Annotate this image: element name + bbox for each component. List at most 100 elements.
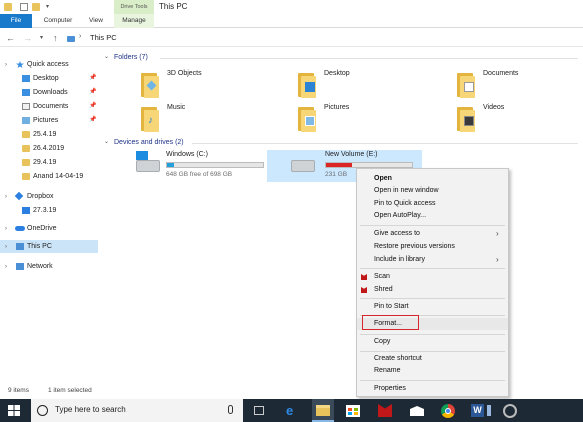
sidebar-item-27-3-19[interactable]: 27.3.19 — [0, 204, 98, 217]
sidebar-item-25-4-19[interactable]: 25.4.19 — [0, 128, 98, 141]
file-explorer-icon[interactable] — [316, 405, 330, 416]
sidebar-item-dropbox[interactable]: › Dropbox — [0, 190, 98, 203]
menu-separator — [360, 351, 505, 352]
folder-icon — [22, 173, 30, 180]
section-divider — [192, 143, 578, 144]
menu-separator — [360, 298, 505, 299]
expand-chevron-icon[interactable]: › — [5, 223, 7, 236]
microphone-icon[interactable] — [228, 405, 233, 414]
forward-arrow-icon[interactable]: → — [23, 32, 32, 44]
sidebar-item-downloads[interactable]: Downloads 📌 — [0, 86, 98, 99]
menu-item-scan[interactable]: Scan — [357, 271, 508, 283]
sidebar-item-label: Network — [27, 263, 53, 270]
pin-icon[interactable]: 📌 — [89, 86, 96, 99]
folder-documents[interactable]: Documents — [455, 67, 583, 103]
desktop-folder-icon — [296, 69, 318, 99]
expand-chevron-icon[interactable]: › — [5, 59, 7, 72]
snipping-icon[interactable] — [503, 404, 517, 418]
sidebar-item-this-pc[interactable]: › This PC — [0, 240, 98, 253]
customize-toolbar-icon[interactable]: ▾ — [46, 3, 54, 11]
menu-item-label: Include in library — [374, 256, 425, 263]
menu-item-give-access[interactable]: Give access to › — [357, 228, 508, 240]
drive-c[interactable]: Windows (C:) 648 GB free of 698 GB — [132, 150, 287, 182]
recent-locations-icon[interactable]: ▾ — [40, 32, 43, 44]
collapse-chevron-icon[interactable]: ⌄ — [104, 138, 112, 145]
tab-file[interactable]: File — [0, 14, 32, 28]
sidebar-item-26-4-2019[interactable]: 26.4.2019 — [0, 142, 98, 155]
sidebar-item-label: Anand 14-04-19 — [33, 173, 84, 180]
menu-item-copy[interactable]: Copy — [357, 336, 508, 348]
sidebar-item-label: Dropbox — [27, 193, 54, 200]
chrome-icon[interactable] — [441, 404, 455, 418]
pin-icon[interactable]: 📌 — [89, 100, 96, 113]
menu-item-label: Scan — [374, 273, 390, 280]
pin-icon[interactable]: 📌 — [89, 72, 96, 85]
menu-item-label: Open AutoPlay... — [374, 212, 427, 219]
collapse-chevron-icon[interactable]: ⌄ — [104, 53, 112, 60]
menu-item-label: Pin to Quick access — [374, 200, 436, 207]
menu-item-open-autoplay[interactable]: Open AutoPlay... — [357, 210, 508, 222]
sidebar-item-29-4-19[interactable]: 29.4.19 — [0, 156, 98, 169]
expand-chevron-icon[interactable]: › — [5, 261, 7, 274]
task-view-icon[interactable] — [254, 406, 264, 415]
computer-icon — [67, 36, 75, 42]
hard-drive-icon — [136, 151, 160, 172]
sidebar-item-desktop[interactable]: Desktop 📌 — [0, 72, 98, 85]
sidebar-item-anand[interactable]: Anand 14-04-19 — [0, 170, 98, 183]
sidebar-item-label: Desktop — [33, 75, 59, 82]
pin-icon[interactable]: 📌 — [89, 114, 96, 127]
mail-icon[interactable] — [410, 406, 424, 416]
menu-item-shred[interactable]: Shred — [357, 284, 508, 296]
taskbar-search-box[interactable]: Type here to search — [31, 399, 243, 422]
menu-item-include-library[interactable]: Include in library › — [357, 254, 508, 266]
folder-videos[interactable]: Videos — [455, 101, 583, 137]
folder-desktop[interactable]: Desktop — [296, 67, 436, 103]
new-folder-icon[interactable] — [32, 3, 40, 11]
edge-icon[interactable]: e — [286, 403, 302, 418]
music-folder-icon: ♪ — [139, 103, 161, 133]
expand-chevron-icon[interactable]: › — [5, 241, 7, 254]
documents-folder-icon — [455, 69, 477, 99]
properties-icon[interactable] — [20, 3, 28, 11]
devices-drives-header[interactable]: Devices and drives (2) — [114, 139, 184, 146]
store-icon[interactable] — [346, 405, 360, 417]
menu-item-open[interactable]: Open — [357, 173, 508, 185]
mcafee-icon[interactable] — [378, 404, 392, 417]
tab-computer[interactable]: Computer — [40, 14, 76, 28]
mcafee-icon — [361, 287, 367, 293]
drive-size: 648 GB free of 698 GB — [166, 171, 233, 178]
breadcrumb-chevron-icon[interactable]: › — [79, 33, 81, 40]
breadcrumb[interactable]: This PC — [90, 32, 117, 44]
folders-header[interactable]: Folders (7) — [114, 54, 148, 61]
folder-3d-objects[interactable]: 3D Objects — [139, 67, 279, 103]
tab-view[interactable]: View — [84, 14, 108, 28]
sidebar-item-onedrive[interactable]: › OneDrive — [0, 222, 98, 235]
windows-start-icon[interactable] — [8, 405, 20, 416]
menu-item-restore-versions[interactable]: Restore previous versions — [357, 241, 508, 253]
expand-chevron-icon[interactable]: › — [5, 191, 7, 204]
folder-pictures[interactable]: Pictures — [296, 101, 436, 137]
sidebar-item-documents[interactable]: Documents 📌 — [0, 100, 98, 113]
context-menu: Open Open in new window Pin to Quick acc… — [356, 168, 509, 397]
folder-icon — [4, 3, 12, 11]
menu-item-pin-quick-access[interactable]: Pin to Quick access — [357, 198, 508, 210]
folder-music[interactable]: ♪ Music — [139, 101, 279, 137]
back-arrow-icon[interactable]: ← — [6, 32, 15, 44]
word-secondary-icon — [487, 405, 491, 416]
sidebar-item-network[interactable]: › Network — [0, 260, 98, 273]
sidebar-item-pictures[interactable]: Pictures 📌 — [0, 114, 98, 127]
word-icon[interactable]: W — [471, 404, 484, 417]
tab-manage[interactable]: Manage — [114, 14, 154, 28]
cortana-icon — [37, 405, 48, 416]
sidebar-item-quick-access[interactable]: › Quick access — [0, 58, 98, 71]
format-highlight-box — [362, 315, 419, 330]
computer-icon — [16, 243, 24, 250]
up-arrow-icon[interactable]: ↑ — [53, 32, 58, 44]
menu-item-rename[interactable]: Rename — [357, 365, 508, 377]
menu-item-pin-start[interactable]: Pin to Start — [357, 301, 508, 313]
ribbon-tabs: File Computer View Manage — [0, 14, 583, 28]
menu-item-create-shortcut[interactable]: Create shortcut — [357, 353, 508, 365]
title-bar: ▾ Drive Tools This PC — [0, 0, 583, 14]
drive-label: New Volume (E:) — [325, 151, 378, 158]
menu-item-open-new-window[interactable]: Open in new window — [357, 185, 508, 197]
